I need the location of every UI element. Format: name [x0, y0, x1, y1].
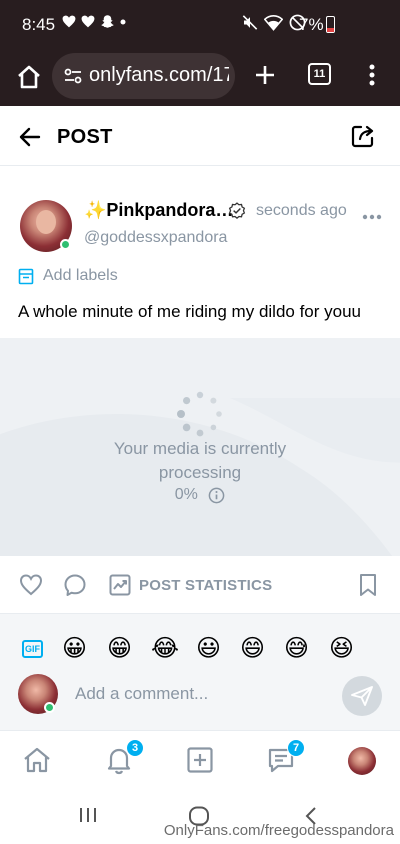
send-icon: [351, 686, 373, 706]
chart-icon: [109, 574, 131, 596]
mute-icon: [242, 15, 258, 30]
home-button[interactable]: [14, 62, 44, 92]
gif-button[interactable]: GIF: [22, 640, 43, 658]
bottom-navigation: 3 7: [0, 730, 400, 786]
bookmark-icon: [360, 574, 376, 596]
share-icon: [351, 125, 374, 148]
notifications-badge: 3: [126, 739, 144, 757]
media-processing-placeholder: Your media is currently processing 0%: [0, 338, 400, 556]
verified-icon: [228, 202, 246, 219]
status-time: 8:45: [22, 15, 56, 34]
processing-progress: 0%: [0, 486, 400, 504]
processing-line-1: Your media is currently: [113, 439, 287, 458]
more-horizontal-icon: [362, 214, 382, 220]
battery-icon: [326, 16, 335, 33]
loading-spinner: [177, 391, 222, 437]
post-timestamp: seconds ago: [256, 202, 347, 219]
back-button[interactable]: [17, 124, 43, 150]
wifi-icon: [264, 14, 283, 31]
notification-icons: [62, 14, 126, 29]
heart-icon: [62, 15, 76, 28]
status-bar: 8:45 7%: [0, 0, 400, 50]
emoji-button[interactable]: 😅: [284, 634, 309, 662]
url-text: onlyfans.com/17: [89, 64, 229, 86]
share-button[interactable]: [350, 123, 376, 149]
system-icons: [242, 14, 306, 31]
send-comment-button[interactable]: [342, 676, 382, 716]
emoji-button[interactable]: 😄: [240, 634, 265, 662]
bookmark-button[interactable]: [357, 573, 379, 597]
comment-button[interactable]: [63, 573, 87, 597]
tab-switcher-button[interactable]: 11: [308, 63, 331, 85]
recent-apps-icon[interactable]: [78, 806, 98, 824]
label-icon: [18, 268, 34, 284]
post-statistics-button[interactable]: POST STATISTICS: [109, 573, 272, 597]
emoji-button[interactable]: 😃: [196, 634, 221, 662]
watermark-text: OnlyFans.com/freegodesspandora: [163, 822, 394, 839]
post-header: POST: [0, 106, 400, 166]
comment-input[interactable]: [62, 676, 332, 712]
system-navigation-bar: OnlyFans.com/freegodesspandora: [0, 786, 400, 844]
post-actions: POST STATISTICS: [0, 556, 400, 614]
snapchat-icon: [101, 15, 114, 28]
site-settings-icon[interactable]: [64, 67, 82, 85]
speech-bubble-icon: [64, 574, 86, 596]
add-square-icon: [187, 747, 213, 773]
comment-composer: GIF 😀 😁 😂 😃 😄 😅 😆: [0, 614, 400, 730]
nav-new-post[interactable]: [185, 745, 215, 775]
battery-percent: 7%: [299, 15, 324, 34]
like-button[interactable]: [19, 573, 43, 597]
author-name[interactable]: ✨Pinkpandora…: [84, 200, 233, 221]
emoji-button[interactable]: 😆: [329, 634, 354, 662]
author-handle[interactable]: @goddessxpandora: [84, 229, 227, 247]
emoji-button[interactable]: 😁: [107, 634, 132, 662]
nav-profile-avatar[interactable]: [348, 747, 376, 775]
online-indicator: [44, 702, 55, 713]
post-text: A whole minute of me riding my dildo for…: [18, 302, 362, 321]
messages-badge: 7: [287, 739, 305, 757]
add-labels-label: Add labels: [43, 267, 118, 284]
processing-line-2: processing: [158, 463, 242, 482]
plus-icon: [256, 66, 274, 84]
info-icon[interactable]: [208, 487, 225, 504]
processing-message: Your media is currently processing: [0, 437, 400, 485]
heart-icon: [81, 15, 95, 28]
post-options-button[interactable]: [362, 208, 382, 220]
online-indicator: [60, 239, 71, 250]
heart-outline-icon: [19, 574, 43, 596]
new-tab-button[interactable]: [250, 60, 280, 90]
emoji-button[interactable]: 😂: [151, 634, 179, 662]
browser-toolbar: onlyfans.com/17 11: [0, 50, 400, 106]
dot-icon: [120, 19, 126, 24]
home-icon: [24, 747, 50, 773]
arrow-left-icon: [19, 127, 41, 147]
post-statistics-label: POST STATISTICS: [139, 576, 273, 594]
address-bar[interactable]: onlyfans.com/17: [52, 53, 235, 99]
browser-menu-button[interactable]: [360, 61, 384, 89]
progress-value: 0%: [174, 486, 198, 503]
add-labels-button[interactable]: Add labels: [18, 266, 118, 286]
home-icon: [18, 65, 40, 89]
more-vertical-icon: [369, 64, 375, 86]
emoji-button[interactable]: 😀: [62, 634, 87, 662]
page-title: POST: [57, 126, 113, 148]
nav-home[interactable]: [22, 745, 52, 775]
